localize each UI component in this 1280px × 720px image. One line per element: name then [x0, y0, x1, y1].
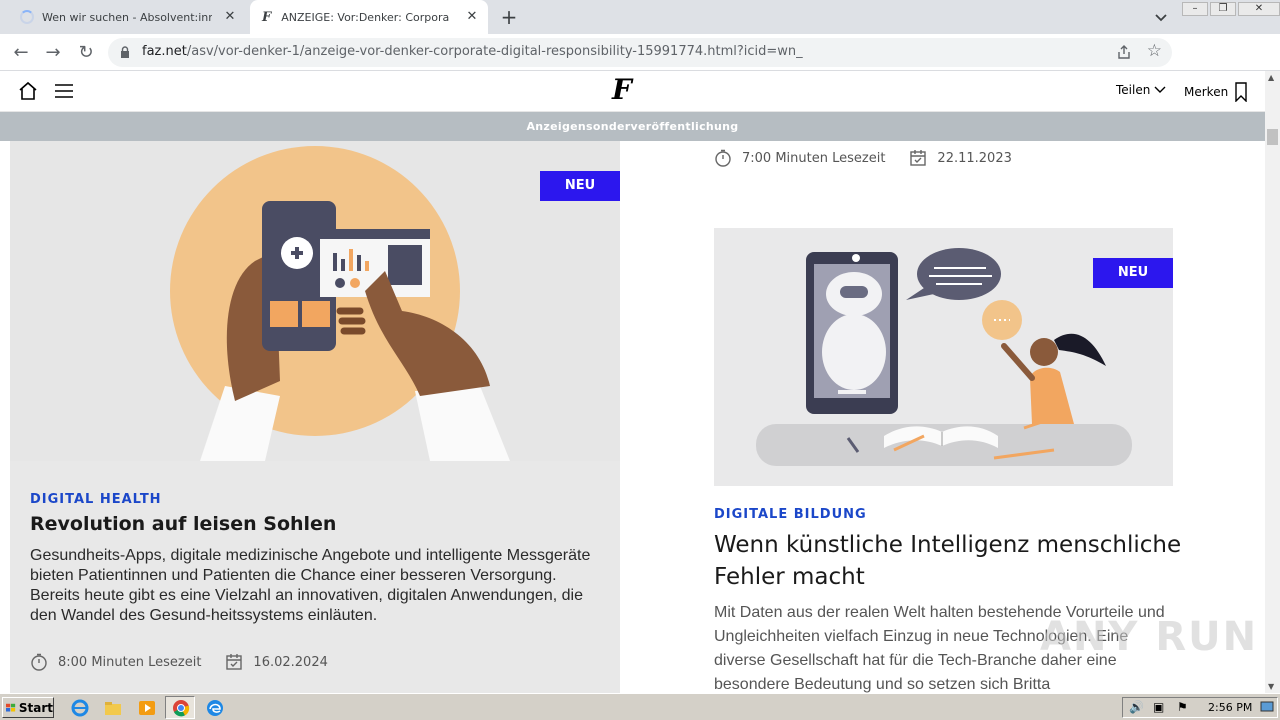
chevron-down-icon[interactable]	[1152, 8, 1170, 26]
site-header: F Teilen Merken	[0, 71, 1265, 112]
new-badge: NEU	[1093, 258, 1173, 288]
stopwatch-icon	[715, 149, 731, 167]
faz-favicon-icon: F	[262, 9, 272, 25]
browser-toolbar: ← → ↻ faz.net/asv/vor-denker-1/anzeige-v…	[0, 34, 1280, 97]
internet-explorer-icon[interactable]	[71, 699, 89, 717]
window-close-button[interactable]: ✕	[1238, 2, 1280, 16]
restore-button[interactable]: ❐	[1210, 2, 1236, 16]
close-icon[interactable]: ✕	[222, 9, 238, 25]
folder-icon[interactable]	[104, 699, 122, 717]
new-tab-button[interactable]: +	[498, 6, 520, 28]
health-app-illustration	[170, 146, 510, 461]
article-image[interactable]: NEU	[10, 141, 620, 461]
lock-icon	[121, 46, 129, 58]
share-label: Teilen	[1116, 83, 1151, 97]
article-meta: 8:00 Minuten Lesezeit 16.02.2024	[30, 653, 328, 671]
stopwatch-icon	[31, 653, 47, 671]
url-host: faz.net	[142, 44, 187, 59]
hamburger-menu-icon[interactable]	[55, 84, 73, 98]
article-headline[interactable]: Wenn künstliche Intelligenz menschliche …	[714, 529, 1184, 593]
windows-taskbar: Start 🔊 ▣ ⚑ 2:56 PM	[0, 693, 1280, 720]
windows-logo-icon	[6, 703, 16, 712]
media-player-icon[interactable]	[138, 699, 156, 717]
share-button[interactable]: Teilen	[1116, 83, 1167, 97]
article-headline[interactable]: Revolution auf leisen Sohlen	[30, 513, 336, 535]
flag-icon[interactable]: ⚑	[1177, 700, 1188, 714]
url-path: /asv/vor-denker-1/anzeige-vor-denker-cor…	[186, 44, 803, 59]
article-grid: NEU DIGITAL HEALTH Revolution auf leisen…	[0, 141, 1265, 693]
tab-strip: Wen wir suchen - Absolvent:innen | ✕ F A…	[0, 0, 1280, 34]
network-icon[interactable]: ▣	[1153, 700, 1164, 714]
calendar-icon	[226, 654, 243, 670]
back-arrow-icon[interactable]: ←	[10, 42, 32, 64]
url-text: faz.net/asv/vor-denker-1/anzeige-vor-den…	[142, 44, 803, 59]
faz-logo[interactable]: F	[612, 73, 632, 106]
calendar-icon	[910, 150, 927, 166]
show-desktop-icon[interactable]	[1260, 701, 1274, 713]
new-badge: NEU	[540, 171, 620, 201]
minimize-button[interactable]: –	[1182, 2, 1208, 16]
bookmark-icon	[1235, 82, 1247, 102]
page-scrollbar[interactable]: ▲ ▼	[1265, 71, 1280, 693]
system-tray: 🔊 ▣ ⚑	[1122, 697, 1278, 718]
article-kicker[interactable]: DIGITALE BILDUNG	[714, 507, 867, 522]
chrome-icon	[173, 700, 190, 717]
share-icon[interactable]	[1116, 44, 1132, 60]
tab-absolventen[interactable]: Wen wir suchen - Absolvent:innen | ✕	[8, 0, 246, 34]
scroll-down-icon[interactable]: ▼	[1268, 682, 1274, 691]
taskbar-clock[interactable]: 2:56 PM	[1208, 701, 1252, 714]
tab-title: Wen wir suchen - Absolvent:innen |	[42, 10, 212, 24]
speaker-icon[interactable]: 🔊	[1129, 700, 1144, 714]
window-controls: – ❐ ✕	[1182, 2, 1280, 16]
article-card-digital-health[interactable]: NEU DIGITAL HEALTH Revolution auf leisen…	[10, 141, 620, 693]
publish-date: 22.11.2023	[937, 150, 1012, 166]
article-image[interactable]: NEU	[714, 228, 1173, 486]
home-icon[interactable]	[18, 81, 38, 101]
start-label: Start	[18, 700, 53, 715]
scroll-thumb[interactable]	[1267, 129, 1278, 145]
forward-arrow-icon[interactable]: →	[42, 42, 64, 64]
tab-title: ANZEIGE: Vor:Denker: Corporate Di	[281, 10, 450, 24]
reading-time: 8:00 Minuten Lesezeit	[58, 654, 202, 670]
loading-spinner-icon	[20, 10, 34, 24]
edge-icon[interactable]	[206, 699, 224, 717]
previous-article-meta: 7:00 Minuten Lesezeit 22.11.2023	[714, 149, 1012, 167]
chevron-down-icon	[1154, 86, 1166, 93]
bookmark-star-icon[interactable]: ☆	[1147, 41, 1162, 61]
start-button[interactable]: Start	[2, 697, 54, 718]
ad-banner: Anzeigensonderveröffentlichung	[0, 112, 1265, 141]
bookmark-button[interactable]: Merken	[1184, 82, 1248, 102]
scroll-up-icon[interactable]: ▲	[1268, 73, 1274, 82]
chrome-taskbar-button[interactable]	[165, 696, 195, 719]
reading-time: 7:00 Minuten Lesezeit	[742, 150, 886, 166]
anyrun-watermark: ANY RUN	[1040, 614, 1259, 660]
bookmark-label: Merken	[1184, 85, 1229, 99]
publish-date: 16.02.2024	[253, 654, 328, 670]
tab-faz-active[interactable]: F ANZEIGE: Vor:Denker: Corporate Di ✕	[250, 0, 488, 34]
address-bar[interactable]: faz.net/asv/vor-denker-1/anzeige-vor-den…	[108, 38, 1172, 67]
article-kicker[interactable]: DIGITAL HEALTH	[30, 492, 162, 507]
article-teaser: Gesundheits-Apps, digitale medizinische …	[30, 547, 591, 624]
close-icon[interactable]: ✕	[464, 9, 480, 25]
reload-icon[interactable]: ↻	[75, 42, 97, 64]
